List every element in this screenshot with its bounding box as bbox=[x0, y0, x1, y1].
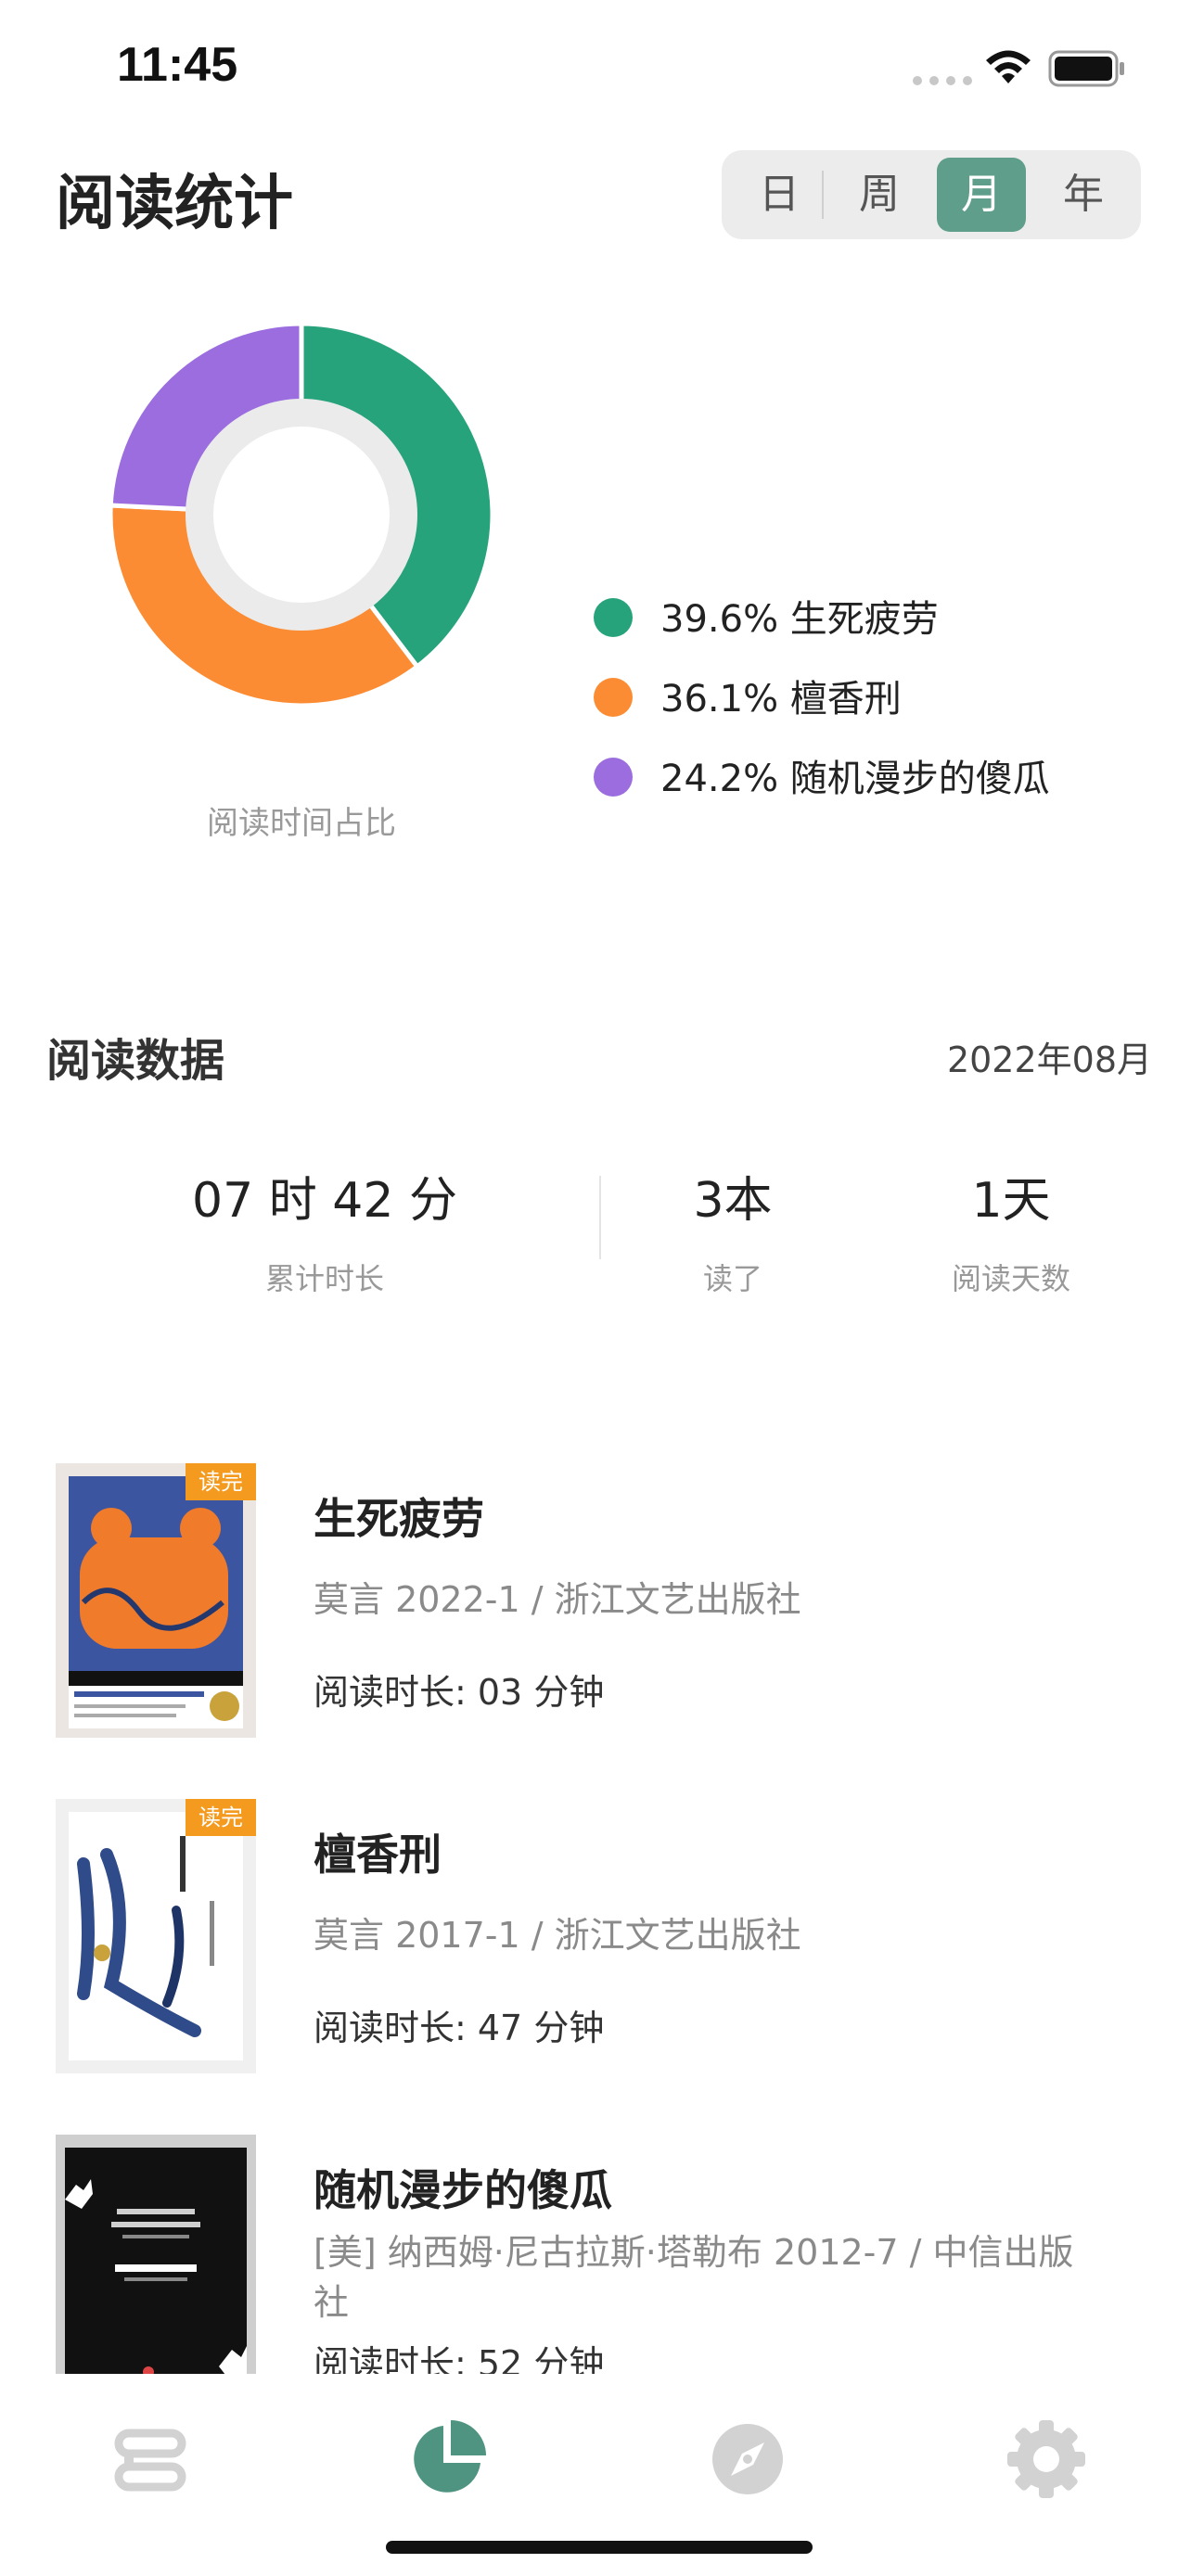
gear-icon[interactable] bbox=[1000, 2413, 1093, 2506]
legend-percent: 39.6% bbox=[660, 598, 790, 641]
book-item[interactable]: 读完 檀香刑 莫言 2017-1 / 浙江文艺出版社 阅读时长: 47 分钟 bbox=[0, 1799, 1191, 2077]
legend-item: 36.1% 檀香刑 bbox=[594, 671, 902, 727]
cellular-signal-icon bbox=[913, 72, 978, 89]
legend-label: 随机漫步的傻瓜 bbox=[789, 758, 1050, 800]
book-meta: [美] 纳西姆·尼古拉斯·塔勒布 2012-7 / 中信出版社 bbox=[314, 2232, 1074, 2323]
reading-time-donut-chart bbox=[108, 321, 495, 708]
legend-dot bbox=[594, 598, 633, 637]
book-title: 生死疲劳 bbox=[314, 1494, 484, 1544]
period-year[interactable]: 年 bbox=[1039, 158, 1128, 232]
wifi-icon bbox=[986, 50, 1031, 83]
book-title: 檀香刑 bbox=[314, 1830, 442, 1880]
bookshelf-icon[interactable] bbox=[104, 2413, 197, 2506]
total-time-value: 07 时 42 分 bbox=[192, 1173, 457, 1229]
statistics-icon[interactable] bbox=[401, 2413, 493, 2506]
book-cover: 读完 bbox=[56, 1463, 256, 1738]
book-item[interactable]: 随机漫步的傻瓜 [美] 纳西姆·尼古拉斯·塔勒布 2012-7 / 中信出版社 … bbox=[0, 2135, 1191, 2413]
books-read-label: 读了 bbox=[702, 1261, 762, 1296]
book-duration: 阅读时长: 47 分钟 bbox=[314, 2008, 605, 2048]
legend-percent: 24.2% bbox=[660, 758, 790, 800]
period-week[interactable]: 周 bbox=[835, 158, 924, 232]
section-date: 2022年08月 bbox=[946, 1039, 1152, 1080]
legend-label: 檀香刑 bbox=[789, 678, 902, 721]
book-item[interactable]: 读完 生死疲劳 莫言 2022-1 / 浙江文艺出版社 阅读时长: 03 分钟 bbox=[0, 1463, 1191, 1741]
status-time: 11:45 bbox=[117, 38, 238, 92]
period-day[interactable]: 日 bbox=[735, 158, 824, 232]
battery-icon bbox=[1048, 50, 1124, 87]
legend-item: 39.6% 生死疲劳 bbox=[594, 592, 939, 647]
finished-badge: 读完 bbox=[186, 1463, 256, 1500]
section-title: 阅读数据 bbox=[46, 1035, 225, 1087]
books-read-value: 3本 bbox=[693, 1173, 773, 1229]
book-meta: 莫言 2017-1 / 浙江文艺出版社 bbox=[314, 1915, 801, 1956]
legend-label: 生死疲劳 bbox=[789, 598, 939, 641]
reading-days-value: 1天 bbox=[971, 1173, 1051, 1229]
legend-dot bbox=[594, 678, 633, 717]
book-cover: 读完 bbox=[56, 1799, 256, 2073]
page-title: 阅读统计 bbox=[56, 170, 293, 238]
legend-item: 24.2% 随机漫步的傻瓜 bbox=[594, 751, 1050, 807]
book-meta: 莫言 2022-1 / 浙江文艺出版社 bbox=[314, 1579, 801, 1620]
total-time-label: 累计时长 bbox=[264, 1261, 384, 1296]
home-indicator bbox=[386, 2541, 813, 2554]
finished-badge: 读完 bbox=[186, 1799, 256, 1836]
period-selector: 日 周 月 年 bbox=[722, 150, 1141, 239]
book-duration: 阅读时长: 03 分钟 bbox=[314, 1672, 605, 1713]
reading-days-label: 阅读天数 bbox=[951, 1261, 1070, 1296]
legend-dot bbox=[594, 758, 633, 797]
compass-icon[interactable] bbox=[701, 2413, 794, 2506]
book-cover bbox=[56, 2135, 256, 2409]
donut-inner-ring bbox=[186, 399, 417, 631]
chart-caption: 阅读时间占比 bbox=[207, 805, 396, 842]
book-title: 随机漫步的傻瓜 bbox=[314, 2165, 612, 2215]
stat-divider bbox=[599, 1176, 601, 1259]
period-divider bbox=[822, 171, 824, 219]
legend-percent: 36.1% bbox=[660, 678, 790, 721]
period-month[interactable]: 月 bbox=[937, 158, 1026, 232]
